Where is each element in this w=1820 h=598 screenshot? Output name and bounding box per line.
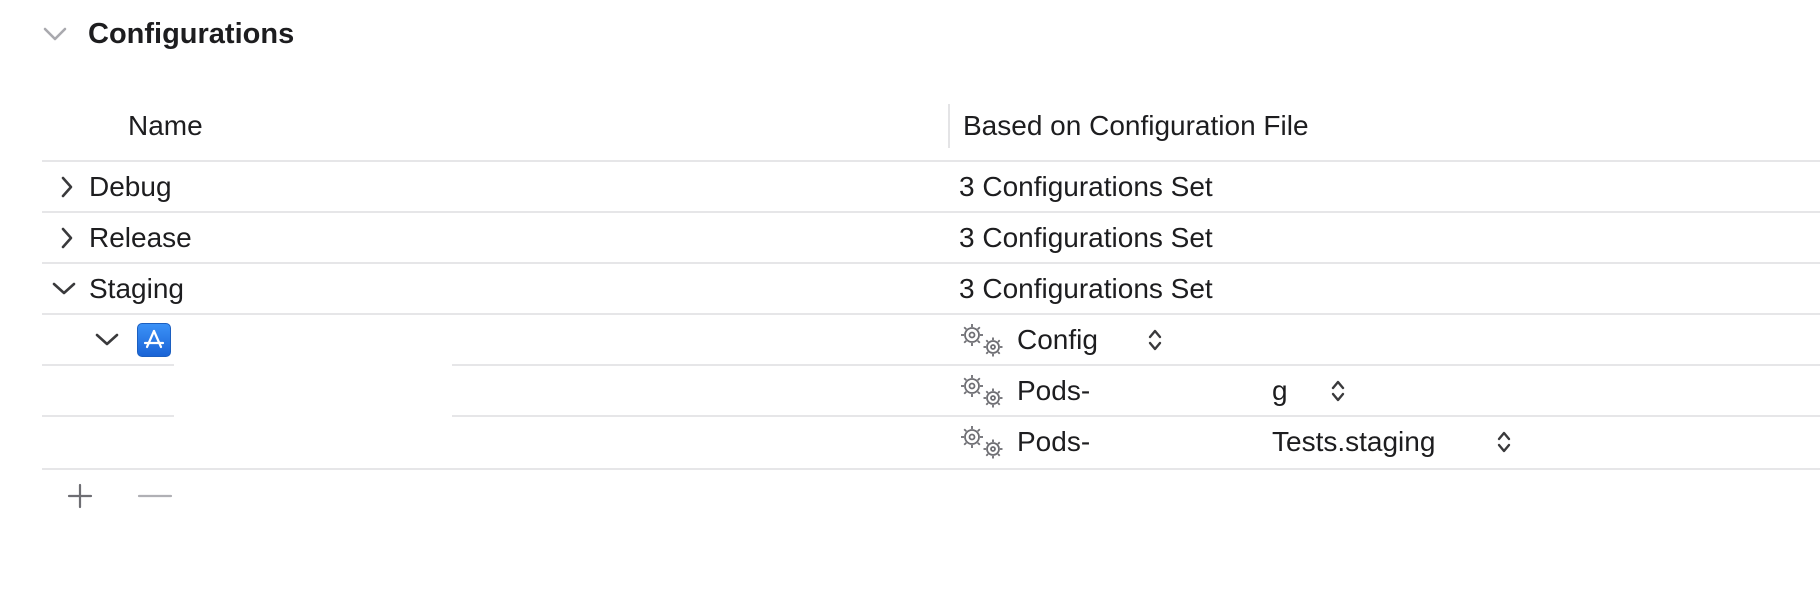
config-file-name-prefix: Pods-: [1017, 374, 1091, 406]
row-divider: [42, 468, 1820, 470]
column-divider[interactable]: [948, 104, 950, 148]
table-row-pods-tests-config[interactable]: Pods- Tests.staging: [0, 417, 1820, 466]
config-file-name-suffix: g: [1272, 375, 1288, 406]
configurations-section-header[interactable]: Configurations: [40, 14, 294, 54]
row-name: Release: [89, 222, 192, 253]
gears-icon: [957, 422, 1007, 462]
chevron-down-icon[interactable]: [40, 14, 70, 54]
column-header-name[interactable]: Name: [128, 110, 203, 142]
table-row-pods-config[interactable]: Pods- g: [0, 366, 1820, 415]
row-name: Staging: [89, 273, 184, 304]
gears-icon: [957, 320, 1007, 360]
chevron-right-icon[interactable]: [52, 162, 82, 211]
table-row-staging[interactable]: Staging 3 Configurations Set: [0, 264, 1820, 313]
row-value: 3 Configurations Set: [959, 273, 1213, 304]
table-row-staging-target[interactable]: Config: [0, 315, 1820, 364]
row-name: Debug: [89, 171, 172, 202]
chevron-down-icon[interactable]: [92, 315, 122, 364]
gears-icon: [957, 371, 1007, 411]
config-file-popup[interactable]: Config: [957, 315, 1098, 364]
config-file-popup[interactable]: Pods-: [957, 417, 1090, 466]
minus-icon[interactable]: [137, 478, 173, 514]
config-file-name-prefix: Pods-: [1017, 425, 1091, 457]
up-down-chevron-icon[interactable]: [1146, 325, 1164, 355]
chevron-right-icon[interactable]: [52, 213, 82, 262]
section-title: Configurations: [88, 17, 295, 50]
table-row-release[interactable]: Release 3 Configurations Set: [0, 213, 1820, 262]
column-header-based-on[interactable]: Based on Configuration File: [963, 110, 1309, 142]
chevron-down-icon[interactable]: [49, 264, 79, 313]
app-store-icon: [137, 323, 171, 357]
table-row-debug[interactable]: Debug 3 Configurations Set: [0, 162, 1820, 211]
up-down-chevron-icon[interactable]: [1495, 427, 1513, 457]
up-down-chevron-icon[interactable]: [1329, 376, 1347, 406]
config-file-name-suffix: Tests.staging: [1272, 426, 1436, 457]
config-file-popup[interactable]: Pods-: [957, 366, 1090, 415]
row-value: 3 Configurations Set: [959, 222, 1213, 253]
config-file-name: Config: [1017, 323, 1098, 355]
row-value: 3 Configurations Set: [959, 171, 1213, 202]
table-header: Name Based on Configuration File: [0, 98, 1820, 162]
plus-icon[interactable]: [62, 478, 98, 514]
